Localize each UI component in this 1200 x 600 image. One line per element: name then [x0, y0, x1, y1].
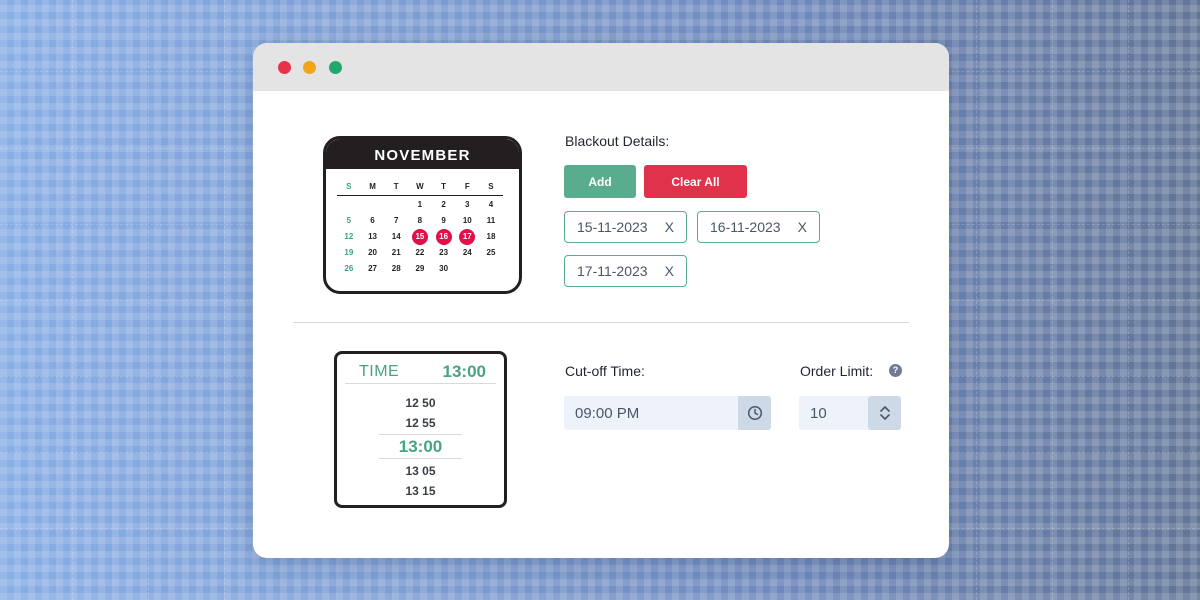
calendar-day[interactable]: 14	[384, 229, 408, 245]
calendar-day[interactable]: 8	[408, 213, 432, 229]
calendar-day[interactable]: 21	[384, 245, 408, 261]
maximize-window-button[interactable]	[329, 61, 342, 74]
calendar-week-row: 5 6 7 8 9 10 11	[337, 213, 503, 229]
cutoff-time-value: 09:00 PM	[575, 404, 640, 422]
clear-all-button[interactable]: Clear All	[644, 165, 747, 198]
add-button[interactable]: Add	[564, 165, 636, 198]
calendar-empty-cell	[384, 197, 408, 213]
minimize-window-button[interactable]	[303, 61, 316, 74]
calendar-day[interactable]: 4	[479, 197, 503, 213]
cutoff-time-input[interactable]: 09:00 PM	[564, 396, 771, 430]
calendar-day-selected[interactable]: 17	[455, 229, 479, 245]
calendar-week-row: 19 20 21 22 23 24 25	[337, 245, 503, 261]
calendar-day[interactable]: 10	[455, 213, 479, 229]
calendar-day[interactable]: 22	[408, 245, 432, 261]
calendar-day[interactable]: 27	[361, 261, 385, 277]
calendar-day[interactable]: 20	[361, 245, 385, 261]
blackout-date-chip: 15-11-2023 X	[564, 211, 687, 243]
calendar-day[interactable]: 30	[432, 261, 456, 277]
calendar-week-row: 12 13 14 15 16 17 18	[337, 229, 503, 245]
calendar-weekday-row: SMTWTFS	[337, 179, 503, 196]
calendar-day[interactable]: 12	[337, 229, 361, 245]
calendar-weekday: W	[416, 182, 424, 191]
calendar-day[interactable]: 7	[384, 213, 408, 229]
calendar-day[interactable]: 2	[432, 197, 456, 213]
calendar-week-row: 26 27 28 29 30	[337, 261, 503, 277]
time-option[interactable]: 13 05	[337, 464, 504, 478]
time-option[interactable]: 13 15	[337, 484, 504, 498]
order-limit-input[interactable]: 10	[799, 396, 901, 430]
remove-date-button[interactable]: X	[665, 219, 674, 235]
remove-date-button[interactable]: X	[665, 263, 674, 279]
calendar-day[interactable]: 29	[408, 261, 432, 277]
title-bar	[253, 43, 949, 91]
help-icon[interactable]: ?	[889, 364, 902, 377]
calendar-day[interactable]: 26	[337, 261, 361, 277]
calendar-month: NOVEMBER	[326, 139, 519, 169]
blackout-date-text: 16-11-2023	[710, 219, 781, 235]
calendar-day[interactable]: 6	[361, 213, 385, 229]
app-window: NOVEMBER S M T W T F S 1 2 3 4 5 6 7 8 9 10 11 12 13 14 15 16 1…	[253, 43, 949, 558]
calendar-day[interactable]: 9	[432, 213, 456, 229]
time-option-selected[interactable]: 13:00	[379, 434, 462, 459]
calendar-day[interactable]: 1	[408, 197, 432, 213]
background-gridline	[72, 0, 73, 600]
calendar-day[interactable]: 28	[384, 261, 408, 277]
calendar-week-row: 1234	[337, 197, 503, 213]
order-limit-label: Order Limit:	[800, 363, 874, 379]
cutoff-time-label: Cut-off Time:	[565, 363, 645, 379]
calendar-empty-cell	[337, 197, 361, 213]
calendar-day[interactable]: 19	[337, 245, 361, 261]
calendar-day[interactable]: 18	[479, 229, 503, 245]
calendar-day[interactable]: 24	[455, 245, 479, 261]
calendar-weekday: T	[393, 182, 399, 191]
time-label: TIME	[359, 363, 400, 380]
calendar-weekday: S	[488, 182, 494, 191]
calendar-day[interactable]: 25	[479, 245, 503, 261]
calendar-weekday: F	[464, 182, 470, 191]
calendar-widget: NOVEMBER S M T W T F S 1 2 3 4 5 6 7 8 9 10 11 12 13 14 15 16 1…	[323, 136, 522, 294]
calendar-day-selected[interactable]: 15	[408, 229, 432, 245]
calendar-weekday: M	[369, 182, 376, 191]
calendar-day[interactable]: 23	[432, 245, 456, 261]
blackout-date-chip: 16-11-2023 X	[697, 211, 820, 243]
blackout-details-label: Blackout Details:	[565, 133, 670, 149]
time-picker-header: TIME 13:00	[345, 359, 496, 384]
calendar-day[interactable]: 3	[455, 197, 479, 213]
close-window-button[interactable]	[278, 61, 291, 74]
remove-date-button[interactable]: X	[798, 219, 807, 235]
calendar-empty-cell	[361, 197, 385, 213]
calendar-empty-cell	[455, 261, 479, 277]
calendar-day[interactable]: 13	[361, 229, 385, 245]
stepper-chevrons-icon[interactable]	[868, 396, 901, 430]
time-option[interactable]: 12 55	[337, 416, 504, 430]
calendar-day[interactable]: 5	[337, 213, 361, 229]
time-option[interactable]: 12 50	[337, 396, 504, 410]
calendar-grid: S M T W T F S 1 2 3 4 5 6 7 8 9 10 11 12 13 14 15 16 17 18 19 20 21…	[337, 179, 503, 277]
calendar-weekday: T	[441, 182, 447, 191]
background-gridline	[976, 0, 977, 600]
order-limit-value: 10	[810, 404, 827, 422]
calendar-day[interactable]: 11	[479, 213, 503, 229]
clock-icon[interactable]	[738, 396, 771, 430]
section-divider	[293, 322, 909, 323]
calendar-day-selected[interactable]: 16	[432, 229, 456, 245]
calendar-weekday: S	[346, 182, 352, 191]
time-current-value: 13:00	[442, 362, 486, 381]
background-gridline	[1128, 0, 1129, 600]
background-gridline	[1052, 0, 1053, 600]
blackout-date-text: 17-11-2023	[577, 263, 648, 279]
calendar-empty-cell	[479, 261, 503, 277]
blackout-date-chip: 17-11-2023 X	[564, 255, 687, 287]
background-gridline	[148, 0, 149, 600]
time-picker-widget: TIME 13:00 12 50 12 55 13:00 13 05 13 15	[334, 351, 507, 508]
blackout-date-text: 15-11-2023	[577, 219, 648, 235]
background-gridline	[224, 0, 225, 600]
